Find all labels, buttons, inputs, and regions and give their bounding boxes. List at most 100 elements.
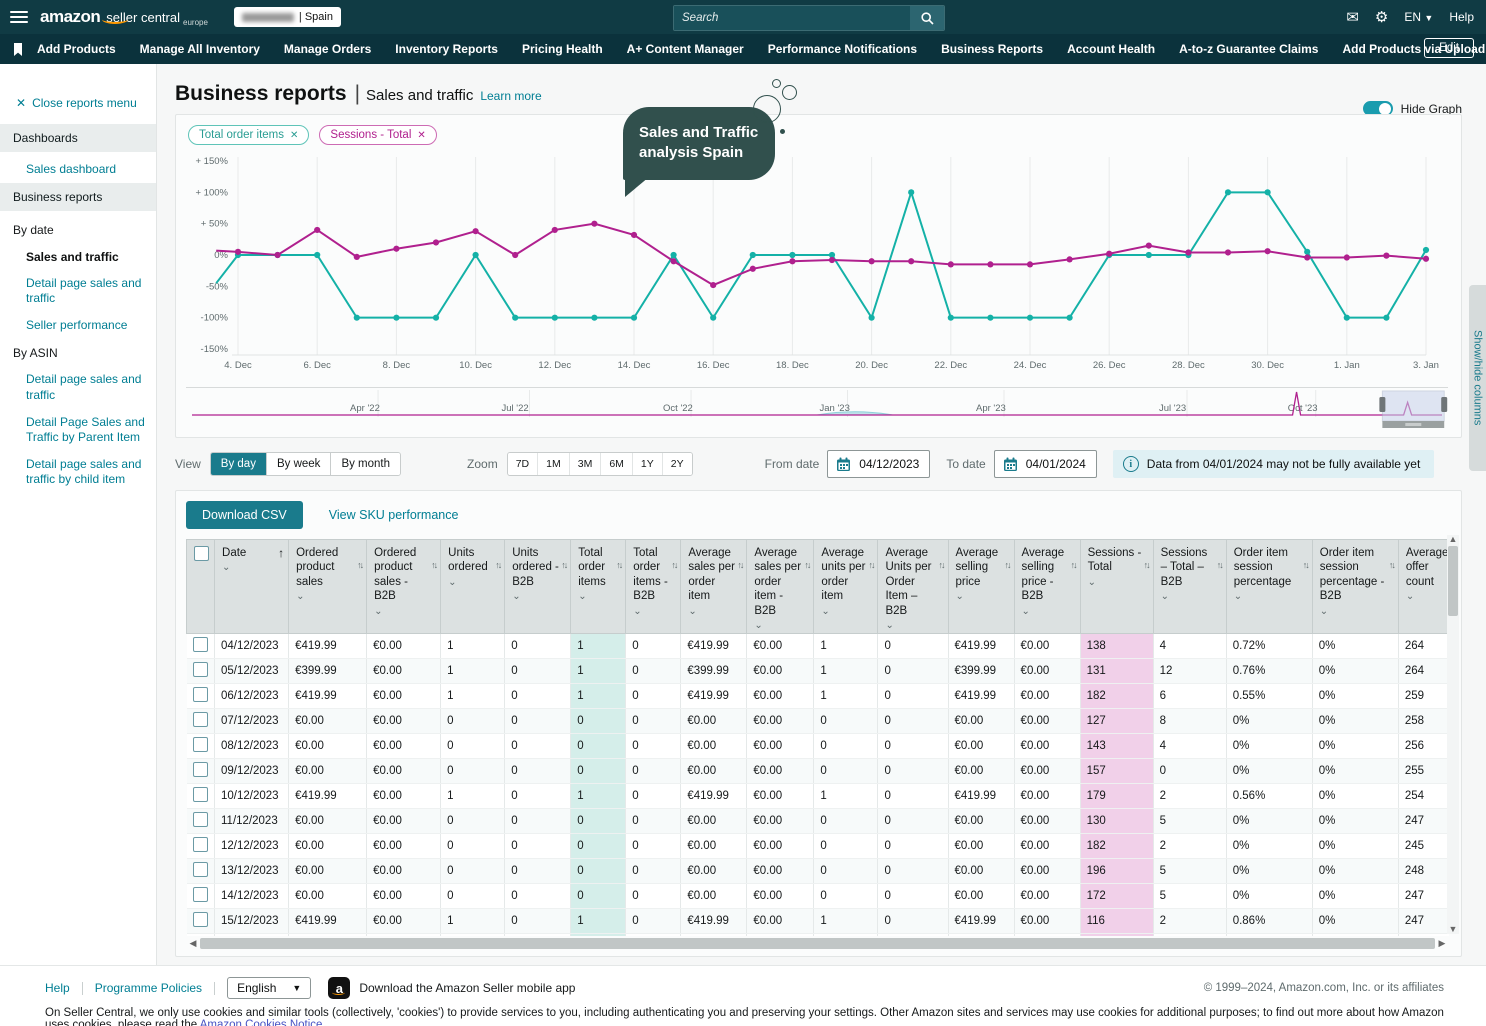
column-menu-chevron-icon[interactable]: ⌄: [296, 591, 362, 602]
row-checkbox[interactable]: [193, 712, 208, 727]
messages-icon[interactable]: ✉: [1346, 10, 1359, 25]
row-checkbox[interactable]: [193, 762, 208, 777]
nav-item-inventory-reports[interactable]: Inventory Reports: [395, 42, 498, 56]
to-date-input[interactable]: 04/01/2024: [994, 450, 1097, 478]
sort-icon[interactable]: ↑↓: [431, 560, 436, 570]
nav-item-add-products[interactable]: Add Products: [37, 42, 116, 56]
column-menu-chevron-icon[interactable]: ⌄: [222, 562, 284, 573]
cookies-notice-link[interactable]: Amazon Cookies Notice.: [200, 1019, 326, 1026]
language-switcher[interactable]: EN ▼: [1404, 10, 1433, 24]
column-menu-chevron-icon[interactable]: ⌄: [1161, 591, 1222, 602]
column-header-sess_b2b[interactable]: Sessions – Total – B2B↑↓⌄: [1153, 540, 1226, 634]
column-header-oisp[interactable]: Order item session percentage↑↓⌄: [1226, 540, 1312, 634]
column-menu-chevron-icon[interactable]: ⌄: [821, 606, 873, 617]
sort-icon[interactable]: ↑↓: [616, 560, 621, 570]
sidebar-item-dashboards[interactable]: Dashboards: [0, 124, 156, 152]
row-checkbox[interactable]: [193, 912, 208, 927]
row-checkbox[interactable]: [193, 812, 208, 827]
sidebar-item-detail-page-sales-and-traffic[interactable]: Detail page sales and traffic: [0, 270, 156, 312]
horizontal-scrollbar[interactable]: ◀ ▶: [188, 937, 1447, 950]
edit-nav-button[interactable]: Edit: [1424, 38, 1474, 58]
column-menu-chevron-icon[interactable]: ⌄: [448, 577, 500, 588]
nav-item-manage-all-inventory[interactable]: Manage All Inventory: [140, 42, 260, 56]
metric-chip-sessions-total[interactable]: Sessions - Total✕: [319, 125, 436, 145]
sort-icon[interactable]: ↑↓: [1389, 560, 1394, 570]
sort-icon[interactable]: ↑↓: [1217, 560, 1222, 570]
sort-icon[interactable]: ↑↓: [1071, 560, 1076, 570]
column-header-date[interactable]: Date↑⌄: [215, 540, 289, 634]
row-checkbox[interactable]: [193, 887, 208, 902]
sort-icon[interactable]: ↑↓: [1303, 560, 1308, 570]
column-menu-chevron-icon[interactable]: ⌄: [1234, 591, 1308, 602]
nav-item-manage-orders[interactable]: Manage Orders: [284, 42, 371, 56]
column-header-asp_b2b[interactable]: Average selling price - B2B↑↓⌄: [1014, 540, 1080, 634]
show-hide-columns-tab[interactable]: Show/hide columns: [1469, 285, 1486, 471]
view-option-by-day[interactable]: By day: [211, 453, 267, 475]
zoom-option-1m[interactable]: 1M: [538, 453, 570, 475]
account-selector[interactable]: | Spain: [234, 7, 341, 27]
download-app-link[interactable]: Download the Amazon Seller mobile app: [359, 981, 575, 995]
column-menu-chevron-icon[interactable]: ⌄: [688, 606, 742, 617]
column-menu-chevron-icon[interactable]: ⌄: [374, 606, 436, 617]
column-menu-chevron-icon[interactable]: ⌄: [633, 606, 676, 617]
vertical-scroll-thumb[interactable]: [1448, 546, 1458, 616]
settings-gear-icon[interactable]: ⚙: [1375, 10, 1388, 25]
column-header-oisp_b2b[interactable]: Order item session percentage - B2B↑↓⌄: [1312, 540, 1398, 634]
row-checkbox[interactable]: [193, 662, 208, 677]
close-reports-menu[interactable]: ✕ Close reports menu: [0, 64, 156, 124]
row-checkbox[interactable]: [193, 837, 208, 852]
column-header-aupi_b2b[interactable]: Average Units per Order Item – B2B↑↓⌄: [878, 540, 948, 634]
nav-item-pricing-health[interactable]: Pricing Health: [522, 42, 603, 56]
scroll-right-icon[interactable]: ▶: [1437, 939, 1447, 948]
sidebar-item-detail-page-sales-and-traffic-by-child-item[interactable]: Detail page sales and traffic by child i…: [0, 451, 156, 493]
view-option-by-week[interactable]: By week: [267, 453, 331, 475]
column-header-toi_b2b[interactable]: Total order items - B2B↑↓⌄: [626, 540, 681, 634]
bookmark-icon[interactable]: [13, 43, 23, 56]
footer-language-select[interactable]: English ▼: [227, 977, 311, 999]
sort-icon[interactable]: ↑↓: [1144, 560, 1149, 570]
column-header-asp[interactable]: Average selling price↑↓⌄: [948, 540, 1014, 634]
column-header-units_b2b[interactable]: Units ordered - B2B↑↓⌄: [505, 540, 571, 634]
metric-chip-total-order-items[interactable]: Total order items✕: [188, 125, 309, 145]
column-menu-chevron-icon[interactable]: ⌄: [578, 591, 621, 602]
sort-icon[interactable]: ↑↓: [561, 560, 566, 570]
programme-policies-link[interactable]: Programme Policies: [95, 981, 202, 995]
column-header-ops_b2b[interactable]: Ordered product sales - B2B↑↓⌄: [367, 540, 441, 634]
sort-icon[interactable]: ↑↓: [868, 560, 873, 570]
learn-more-link[interactable]: Learn more: [480, 89, 541, 103]
chip-remove-icon[interactable]: ✕: [417, 130, 425, 141]
select-all-checkbox[interactable]: [194, 546, 209, 561]
column-menu-chevron-icon[interactable]: ⌄: [1320, 606, 1394, 617]
sort-icon[interactable]: ↑: [278, 546, 284, 560]
zoom-option-1y[interactable]: 1Y: [633, 453, 663, 475]
column-header-ops[interactable]: Ordered product sales↑↓⌄: [289, 540, 367, 634]
zoom-option-3m[interactable]: 3M: [570, 453, 602, 475]
nav-item-account-health[interactable]: Account Health: [1067, 42, 1155, 56]
sort-icon[interactable]: ↑↓: [939, 560, 944, 570]
help-footer-link[interactable]: Help: [45, 981, 70, 995]
column-header-aspi_b2b[interactable]: Average sales per order item - B2B↑↓⌄: [747, 540, 814, 634]
timeline-overview[interactable]: Apr '22Jul '22Oct '22Jan '23Apr '23Jul '…: [186, 387, 1448, 428]
sort-icon[interactable]: ↑↓: [357, 560, 362, 570]
zoom-option-2y[interactable]: 2Y: [663, 453, 692, 475]
sidebar-item-business-reports[interactable]: Business reports: [0, 183, 156, 211]
scroll-up-icon[interactable]: ▲: [1448, 535, 1458, 544]
column-menu-chevron-icon[interactable]: ⌄: [885, 620, 943, 631]
search-input[interactable]: [674, 6, 910, 30]
column-menu-chevron-icon[interactable]: ⌄: [1406, 591, 1449, 602]
nav-item-a-to-z-guarantee-claims[interactable]: A-to-z Guarantee Claims: [1179, 42, 1318, 56]
sort-icon[interactable]: ↑↓: [671, 560, 676, 570]
column-header-sess[interactable]: Sessions - Total↑↓⌄: [1080, 540, 1153, 634]
column-menu-chevron-icon[interactable]: ⌄: [956, 591, 1010, 602]
column-menu-chevron-icon[interactable]: ⌄: [1022, 606, 1076, 617]
chip-remove-icon[interactable]: ✕: [290, 130, 298, 141]
row-checkbox[interactable]: [193, 637, 208, 652]
view-option-by-month[interactable]: By month: [331, 453, 400, 475]
column-menu-chevron-icon[interactable]: ⌄: [754, 620, 809, 631]
column-menu-chevron-icon[interactable]: ⌄: [512, 591, 566, 602]
column-header-aspi[interactable]: Average sales per order item↑↓⌄: [681, 540, 747, 634]
nav-item-business-reports[interactable]: Business Reports: [941, 42, 1043, 56]
column-header-aupi[interactable]: Average units per order item↑↓⌄: [814, 540, 878, 634]
sidebar-item-seller-performance[interactable]: Seller performance: [0, 312, 156, 339]
row-checkbox[interactable]: [193, 787, 208, 802]
